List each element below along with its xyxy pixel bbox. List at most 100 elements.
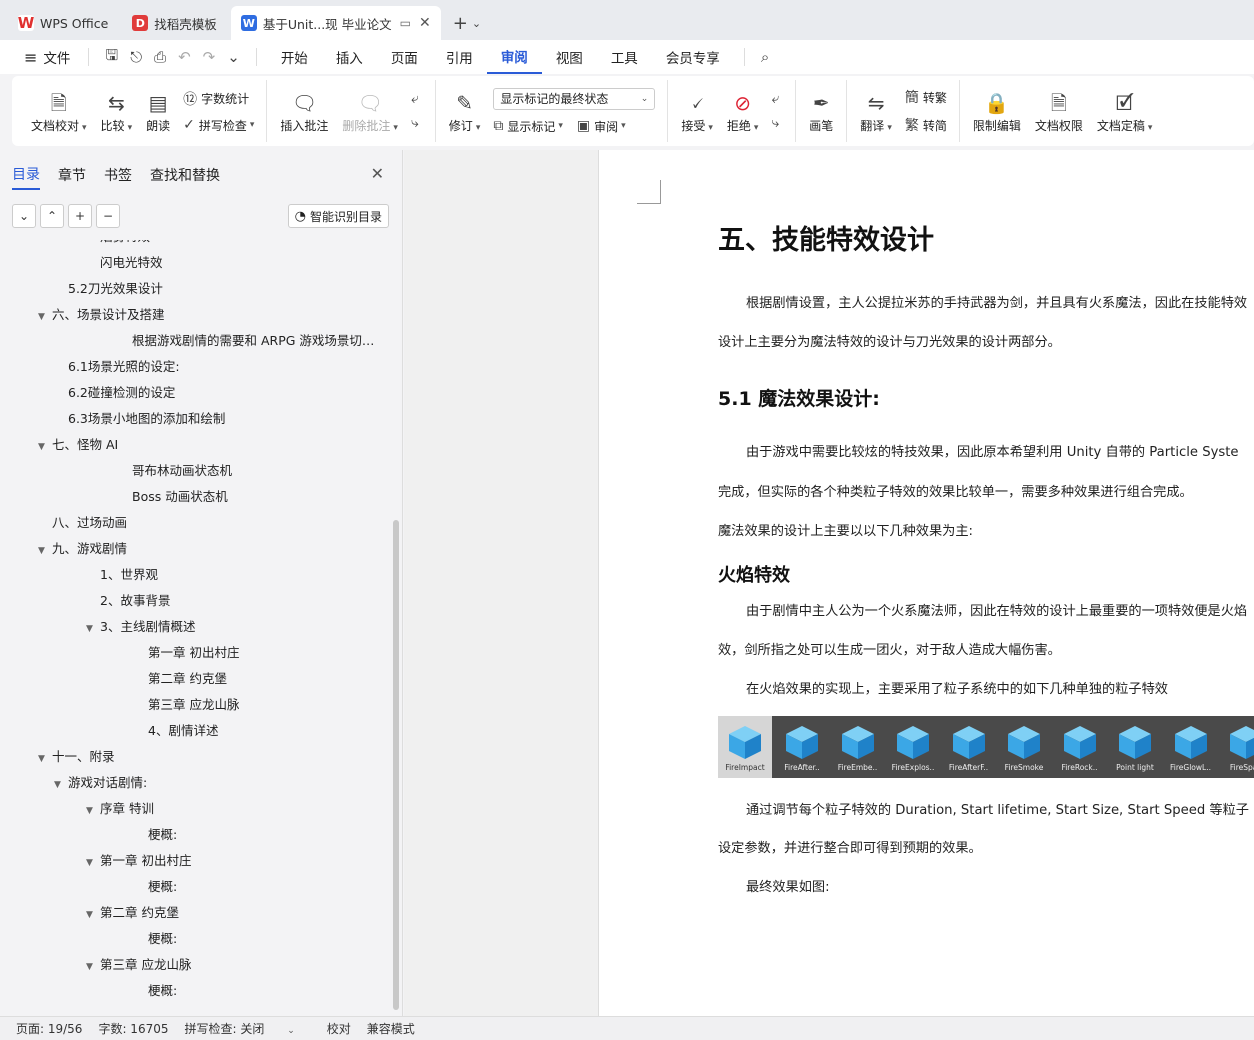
save-icon[interactable]: 🖫 [99,45,124,70]
delete-comment-button[interactable]: 🗨 删除批注 ▾ [335,80,405,142]
undo-icon[interactable]: ↶ [172,48,197,66]
next-change-button[interactable]: ⤷ [771,115,783,131]
toc-item[interactable]: 6.1场景光照的设定: [54,354,180,380]
word-count-indicator[interactable]: 字数: 16705 [98,1020,168,1037]
toc-scrollbar[interactable] [393,520,399,1010]
tab-wps-office[interactable]: W WPS Office [8,6,118,40]
toc-item[interactable]: 梗概: [134,874,177,900]
close-icon[interactable]: ✕ [371,164,384,183]
insert-comment-button[interactable]: 🗨 插入批注 [273,80,335,142]
remove-heading-button[interactable]: − [96,204,120,228]
pen-button[interactable]: ✒ 画笔 [802,80,840,142]
toc-item[interactable]: ▼ 九、游戏剧情 [38,536,127,562]
toc-item[interactable]: ▼ 第一章 初出村庄 [86,848,191,874]
toc-item[interactable]: 哥布林动画状态机 [118,458,232,484]
share-icon[interactable]: ⎋ [124,48,148,66]
collapse-up-button[interactable]: ⌃ [40,204,64,228]
expand-arrow-icon[interactable]: ▼ [38,434,52,458]
toc-item[interactable]: ▼ 序章 特训 [86,796,154,822]
show-markup-button[interactable]: ⧉ 显示标记 ▾ [493,118,563,135]
proof-indicator[interactable]: 校对 [327,1020,351,1037]
reject-button[interactable]: ⊘ 拒绝 ▾ [720,80,766,142]
close-tab-icon[interactable]: ✕ [419,15,431,31]
toc-item[interactable]: 4、剧情详述 [134,718,218,744]
toc-item[interactable]: 第一章 初出村庄 [134,640,239,666]
tab-docer-templates[interactable]: D 找稻壳模板 [122,6,227,40]
expand-arrow-icon[interactable]: ▼ [86,850,100,874]
toc-item[interactable]: 第二章 约克堡 [134,666,227,692]
previous-comment-button[interactable]: ⤶ [411,91,423,107]
toc-item[interactable]: ▼ 七、怪物 AI [38,432,118,458]
translate-button[interactable]: ⇋ 翻译 ▾ [853,80,899,142]
tab-chapters[interactable]: 章节 [58,165,86,189]
toc-item[interactable]: 烟雾特效 [86,240,150,250]
toc-item[interactable]: 梗概: [134,822,177,848]
to-simplified-button[interactable]: 繁 转简 [905,115,947,135]
expand-arrow-icon[interactable]: ▼ [54,772,68,796]
toc-item[interactable]: ▼ 十一、附录 [38,744,115,770]
new-tab-button[interactable]: + ⌄ [445,6,489,40]
smart-toc-button[interactable]: ◔ 智能识别目录 [287,204,389,228]
document-page[interactable]: 五、技能特效设计 根据剧情设置，主人公提拉米苏的手持武器为剑，并且具有火系魔法，… [598,150,1254,1016]
toc-item[interactable]: ▼ 3、主线剧情概述 [86,614,195,640]
toc-item[interactable]: 1、世界观 [86,562,158,588]
compare-button[interactable]: ⇆ 比较 ▾ [94,80,140,142]
menu-tools[interactable]: 工具 [597,40,652,74]
tab-toc[interactable]: 目录 [12,164,40,190]
expand-arrow-icon[interactable]: ▼ [38,746,52,770]
chevron-down-icon[interactable]: ⌄ [472,17,481,30]
toc-item[interactable]: 6.2碰撞检测的设定 [54,380,175,406]
read-aloud-button[interactable]: ▤ 朗读 [139,80,177,142]
expand-arrow-icon[interactable]: ▼ [86,798,100,822]
toc-item[interactable]: 闪电光特效 [86,250,163,276]
doc-permission-button[interactable]: 🗎 文档权限 [1028,80,1090,142]
redo-icon[interactable]: ↷ [197,48,222,66]
menu-insert[interactable]: 插入 [322,40,377,74]
add-heading-button[interactable]: + [68,204,92,228]
review-pane-button[interactable]: ▣ 审阅 ▾ [577,118,626,135]
markup-state-dropdown[interactable]: 显示标记的最终状态 ⌄ [493,87,656,110]
tab-current-document[interactable]: W 基于Unit...现 毕业论文 ▭ ✕ [230,6,441,40]
toc-item[interactable]: 八、过场动画 [38,510,127,536]
toc-item[interactable]: 2、故事背景 [86,588,170,614]
expand-arrow-icon[interactable]: ▼ [86,902,100,926]
doc-finalize-button[interactable]: 🗹 文档定稿 ▾ [1090,80,1160,142]
track-changes-button[interactable]: ✎ 修订 ▾ [442,80,488,142]
doc-check-button[interactable]: 🗎 文档校对 ▾ [24,80,94,142]
tab-find-replace[interactable]: 查找和替换 [150,165,220,189]
toc-item[interactable]: 梗概: [134,978,177,1004]
spell-check-button[interactable]: ✓ 拼写检查 ▾ [183,117,254,134]
toc-item[interactable]: Boss 动画状态机 [118,484,228,510]
expand-arrow-icon[interactable]: ▼ [86,616,100,640]
next-comment-button[interactable]: ⤷ [411,115,423,131]
toc-item[interactable]: 根据游戏剧情的需要和 ARPG 游戏场景切换… [118,328,384,354]
chevron-down-icon[interactable]: ⌄ [221,48,246,66]
collapse-down-button[interactable]: ⌄ [12,204,36,228]
monitor-icon[interactable]: ▭ [400,16,411,30]
expand-arrow-icon[interactable]: ▼ [86,954,100,978]
toc-item[interactable]: 第三章 应龙山脉 [134,692,239,718]
restrict-edit-button[interactable]: 🔒 限制编辑 [966,80,1028,142]
word-count-button[interactable]: ⑫ 字数统计 [183,89,254,109]
to-traditional-button[interactable]: 簡 转繁 [905,87,947,107]
toc-item[interactable]: 6.3场景小地图的添加和绘制 [54,406,225,432]
search-icon[interactable]: ⌕ [755,48,775,66]
toc-item[interactable]: 梗概: [134,926,177,952]
file-menu[interactable]: ≡ 文件 [16,47,78,68]
menu-page[interactable]: 页面 [377,40,432,74]
menu-home[interactable]: 开始 [267,40,322,74]
expand-arrow-icon[interactable]: ▼ [38,538,52,562]
expand-arrow-icon[interactable]: ▼ [38,304,52,328]
toc-item[interactable]: ▼ 第三章 应龙山脉 [86,952,191,978]
page-indicator[interactable]: 页面: 19/56 [16,1020,82,1037]
menu-member[interactable]: 会员专享 [652,40,734,74]
menu-view[interactable]: 视图 [542,40,597,74]
menu-references[interactable]: 引用 [432,40,487,74]
toc-item[interactable]: ▼ 第二章 约克堡 [86,900,179,926]
print-preview-icon[interactable]: ⎙ [148,48,172,66]
toc-item[interactable]: ▼ 六、场景设计及搭建 [38,302,165,328]
spell-check-indicator[interactable]: 拼写检查: 关闭 ⌄ [185,1020,311,1037]
accept-button[interactable]: 🗸 接受 ▾ [674,80,720,142]
menu-review[interactable]: 审阅 [486,40,542,74]
toc-item[interactable]: 5.2刀光效果设计 [54,276,163,302]
